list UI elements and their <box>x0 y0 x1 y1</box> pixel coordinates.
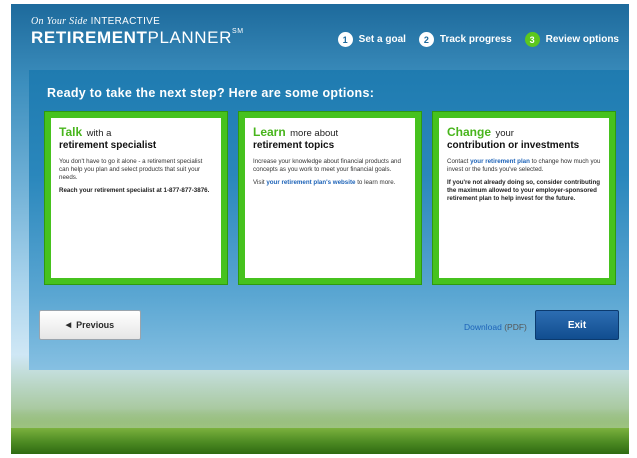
card-title-rest: your <box>495 128 514 139</box>
card-title: Change your <box>447 125 601 140</box>
step-number-badge: 1 <box>337 32 353 47</box>
brand-title: RETIREMENTPLANNERSM <box>31 28 244 48</box>
card-body-pre: Contact <box>447 158 469 165</box>
left-arrow-icon: ◀ <box>65 322 72 329</box>
card-title: Talk with a <box>59 125 213 140</box>
brand-title-bold: RETIREMENT <box>31 28 148 47</box>
app-frame: On Your Side INTERACTIVE RETIREMENTPLANN… <box>11 4 629 454</box>
card-body: Increase your knowledge about financial … <box>253 158 401 173</box>
step-label: Review options <box>545 34 619 45</box>
brand-logo: On Your Side INTERACTIVE RETIREMENTPLANN… <box>31 16 244 48</box>
card-phone-text: Reach your retirement specialist at 1-87… <box>59 187 210 194</box>
grass-field <box>11 428 629 454</box>
step-number-badge: 3 <box>524 32 540 47</box>
step-review-options[interactable]: 3 Review options <box>524 32 619 47</box>
retirement-plan-link[interactable]: your retirement plan <box>470 158 530 165</box>
card-title-accent: Talk <box>59 125 83 139</box>
brand-tagline: On Your Side INTERACTIVE <box>31 16 244 27</box>
card-link-text: Visit your retirement plan's website to … <box>253 179 407 187</box>
card-title-accent: Learn <box>253 125 286 139</box>
plan-website-link[interactable]: your retirement plan's website <box>266 179 355 186</box>
download-link[interactable]: Download <box>464 322 502 332</box>
card-link-pre: Visit <box>253 179 265 186</box>
card-title-rest: more about <box>290 128 339 139</box>
brand-tagline-italic: On Your Side <box>31 16 88 27</box>
card-subtitle: retirement specialist <box>59 140 157 151</box>
card-talk-specialist: Talk with a retirement specialist You do… <box>45 112 227 284</box>
step-label: Set a goal <box>358 34 406 45</box>
step-number-badge: 2 <box>418 32 434 47</box>
card-title-accent: Change <box>447 125 492 139</box>
card-subtitle: contribution or investments <box>447 140 580 151</box>
step-label: Track progress <box>439 34 512 45</box>
card-change-contribution: Change your contribution or investments … <box>433 112 615 284</box>
previous-button-label: Previous <box>76 320 115 330</box>
page-title: Ready to take the next step? Here are so… <box>47 86 375 100</box>
card-body: Contact your retirement plan to change h… <box>447 158 601 174</box>
card-advice-text: If you're not already doing so, consider… <box>447 179 601 202</box>
brand-trademark: SM <box>232 28 244 35</box>
download-format: (PDF) <box>504 322 527 332</box>
card-title: Learn more about <box>253 125 407 140</box>
card-subtitle: retirement topics <box>253 140 335 151</box>
step-progress: 1 Set a goal 2 Track progress 3 Review o… <box>325 32 619 47</box>
card-body: You don't have to go it alone - a retire… <box>59 158 203 181</box>
brand-tagline-rest: INTERACTIVE <box>90 16 161 27</box>
card-learn-topics: Learn more about retirement topics Incre… <box>239 112 421 284</box>
card-title-rest: with a <box>86 128 112 139</box>
exit-button[interactable]: Exit <box>535 310 619 340</box>
exit-button-label: Exit <box>567 319 587 331</box>
previous-button[interactable]: ◀ Previous <box>39 310 141 340</box>
step-track-progress[interactable]: 2 Track progress <box>418 32 512 47</box>
brand-title-thin: PLANNER <box>147 28 233 47</box>
card-link-post: to learn more. <box>357 179 396 186</box>
step-set-goal[interactable]: 1 Set a goal <box>337 32 406 47</box>
download-pdf: Download (PDF) <box>464 322 527 332</box>
